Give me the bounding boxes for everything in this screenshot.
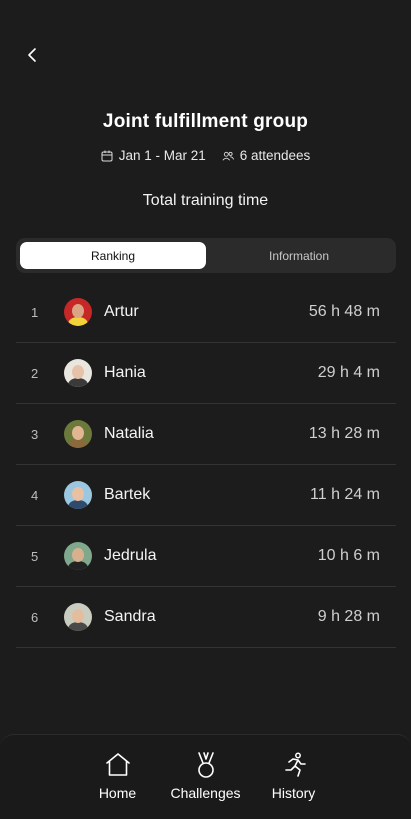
avatar <box>64 420 92 448</box>
page-title: Joint fulfillment group <box>102 111 309 132</box>
training-time: 29 h 4 m <box>317 364 380 381</box>
ranking-row[interactable]: 4 Bartek 11 h 24 m <box>16 465 396 526</box>
attendees-text: 6 attendees <box>239 148 311 163</box>
training-time: 10 h 6 m <box>317 547 380 564</box>
tab-ranking[interactable]: Ranking <box>20 242 206 269</box>
avatar <box>64 298 92 326</box>
member-name: Natalia <box>104 425 154 442</box>
nav-history-label: History <box>271 785 316 801</box>
member-name: Bartek <box>104 486 151 503</box>
member-name: Jedrula <box>104 547 157 564</box>
avatar <box>64 481 92 509</box>
attendees: 6 attendees <box>222 148 311 163</box>
metric-title: Total training time <box>142 192 269 209</box>
running-icon <box>284 752 306 777</box>
bottom-nav: Home Challenges History <box>0 734 411 819</box>
group-meta: Jan 1 - Mar 21 6 attendees <box>0 148 411 163</box>
rank-number: 1 <box>31 304 39 320</box>
medal-icon <box>197 752 214 778</box>
tab-information[interactable]: Information <box>206 242 392 269</box>
training-time: 13 h 28 m <box>308 425 380 442</box>
ranking-row[interactable]: 5 Jedrula 10 h 6 m <box>16 526 396 587</box>
training-time: 56 h 48 m <box>308 303 380 320</box>
nav-home[interactable]: Home <box>74 735 162 819</box>
member-name: Artur <box>104 303 139 320</box>
member-name: Sandra <box>104 608 156 625</box>
member-name: Hania <box>104 364 146 381</box>
ranking-row[interactable]: 6 Sandra 9 h 28 m <box>16 587 396 648</box>
training-time: 9 h 28 m <box>317 608 380 625</box>
ranking-row[interactable]: 2 Hania 29 h 4 m <box>16 343 396 404</box>
rank-number: 5 <box>31 548 39 564</box>
rank-number: 4 <box>31 487 39 503</box>
people-icon <box>222 151 234 161</box>
nav-history[interactable]: History <box>250 735 338 819</box>
avatar <box>64 603 92 631</box>
nav-challenges-label: Challenges <box>170 785 241 801</box>
segmented-control: Ranking Information <box>16 238 396 273</box>
nav-home-label: Home <box>98 785 137 801</box>
rank-number: 3 <box>31 426 39 442</box>
date-range: Jan 1 - Mar 21 <box>101 148 206 163</box>
rank-number: 6 <box>31 609 39 625</box>
date-range-text: Jan 1 - Mar 21 <box>118 148 206 163</box>
avatar <box>64 542 92 570</box>
chevron-left-icon <box>28 48 36 62</box>
home-icon <box>105 753 130 776</box>
ranking-row[interactable]: 3 Natalia 13 h 28 m <box>16 404 396 465</box>
avatar <box>64 359 92 387</box>
ranking-row[interactable]: 1 Artur 56 h 48 m <box>16 282 396 343</box>
calendar-icon <box>101 150 113 161</box>
training-time: 11 h 24 m <box>310 486 380 503</box>
nav-challenges[interactable]: Challenges <box>162 735 250 819</box>
back-button[interactable] <box>20 42 46 68</box>
rank-number: 2 <box>31 365 39 381</box>
ranking-list: 1 Artur 56 h 48 m 2 Hania 29 h 4 m 3 Nat… <box>16 282 396 648</box>
